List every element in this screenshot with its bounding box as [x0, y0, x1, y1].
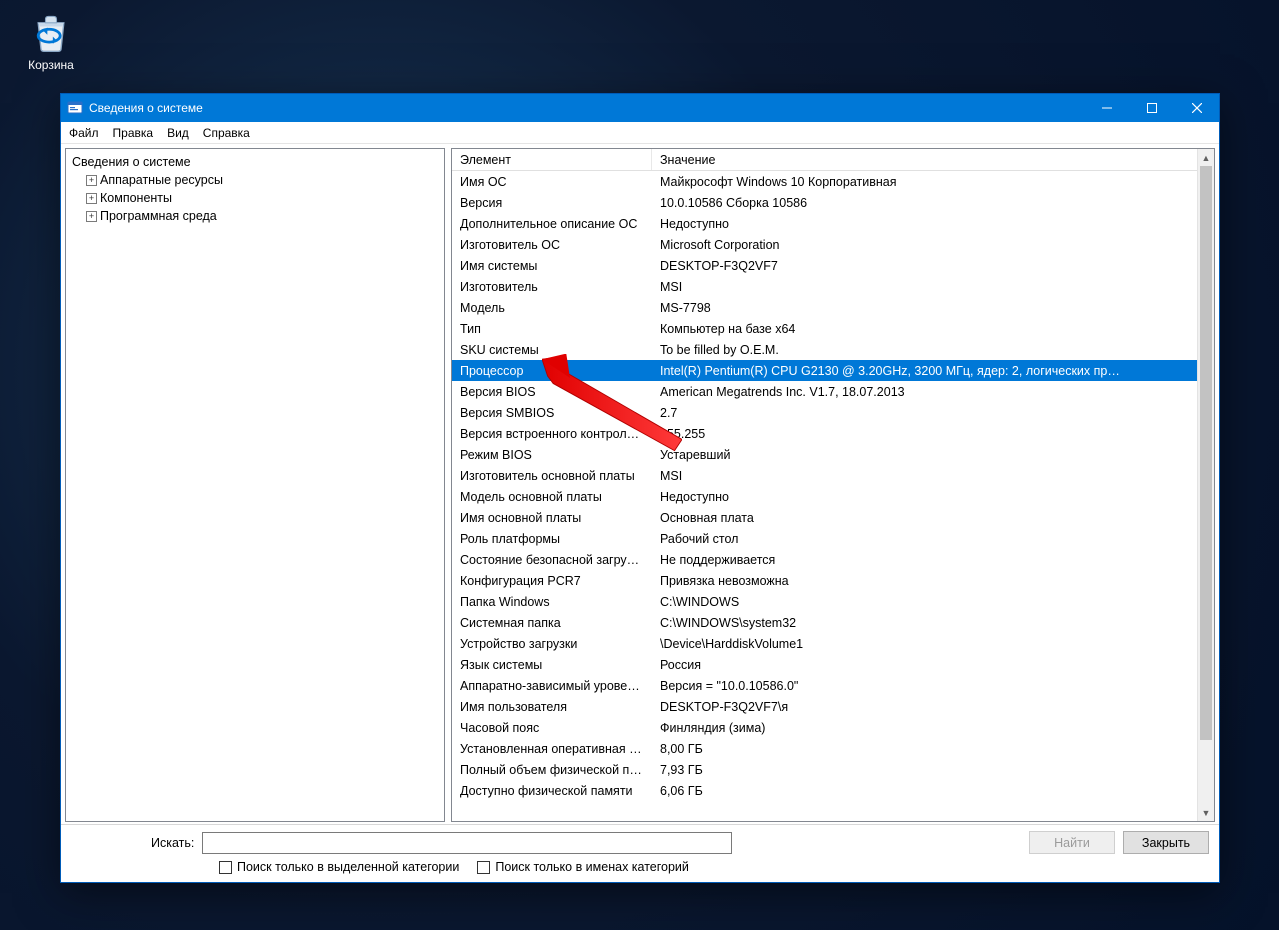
list-row[interactable]: Установленная оперативная п…8,00 ГБ	[452, 738, 1214, 759]
recycle-bin-icon[interactable]: Корзина	[16, 10, 86, 72]
window-title: Сведения о системе	[89, 101, 1084, 115]
menubar: Файл Правка Вид Справка	[61, 122, 1219, 144]
find-button[interactable]: Найти	[1029, 831, 1115, 854]
tree-item[interactable]: +Аппаратные ресурсы	[72, 171, 438, 189]
list-row[interactable]: МодельMS-7798	[452, 297, 1214, 318]
list-header: Элемент Значение	[452, 149, 1214, 171]
checkbox-selected-category[interactable]: Поиск только в выделенной категории	[219, 860, 459, 874]
close-search-button[interactable]: Закрыть	[1123, 831, 1209, 854]
list-row[interactable]: Папка WindowsC:\WINDOWS	[452, 591, 1214, 612]
recycle-bin-label: Корзина	[16, 58, 86, 72]
list-row[interactable]: Версия10.0.10586 Сборка 10586	[452, 192, 1214, 213]
list-row[interactable]: Версия встроенного контрол…255.255	[452, 423, 1214, 444]
maximize-button[interactable]	[1129, 94, 1174, 122]
list-row[interactable]: Конфигурация PCR7Привязка невозможна	[452, 570, 1214, 591]
close-button[interactable]	[1174, 94, 1219, 122]
list-row[interactable]: Изготовитель основной платыMSI	[452, 465, 1214, 486]
list-row[interactable]: Устройство загрузки\Device\HarddiskVolum…	[452, 633, 1214, 654]
column-element[interactable]: Элемент	[452, 149, 652, 170]
system-info-window: Сведения о системе Файл Правка Вид Справ…	[60, 93, 1220, 883]
menu-view[interactable]: Вид	[167, 126, 189, 140]
list-row[interactable]: Изготовитель ОСMicrosoft Corporation	[452, 234, 1214, 255]
tree-root[interactable]: Сведения о системе	[72, 153, 438, 171]
search-label: Искать:	[151, 836, 194, 850]
titlebar[interactable]: Сведения о системе	[61, 94, 1219, 122]
list-row[interactable]: Дополнительное описание ОСНедоступно	[452, 213, 1214, 234]
tree-item[interactable]: +Программная среда	[72, 207, 438, 225]
list-row[interactable]: ИзготовительMSI	[452, 276, 1214, 297]
list-row[interactable]: Модель основной платыНедоступно	[452, 486, 1214, 507]
list-row[interactable]: Имя ОСМайкрософт Windows 10 Корпоративна…	[452, 171, 1214, 192]
column-value[interactable]: Значение	[652, 149, 1214, 170]
menu-edit[interactable]: Правка	[113, 126, 154, 140]
tree-item[interactable]: +Компоненты	[72, 189, 438, 207]
list-row[interactable]: Версия SMBIOS2.7	[452, 402, 1214, 423]
list-row[interactable]: Часовой поясФинляндия (зима)	[452, 717, 1214, 738]
checkbox-icon	[477, 861, 490, 874]
scroll-thumb[interactable]	[1200, 166, 1212, 740]
menu-help[interactable]: Справка	[203, 126, 250, 140]
details-list[interactable]: Элемент Значение Имя ОСМайкрософт Window…	[451, 148, 1215, 822]
list-row[interactable]: SKU системыTo be filled by O.E.M.	[452, 339, 1214, 360]
list-row[interactable]: Системная папкаC:\WINDOWS\system32	[452, 612, 1214, 633]
expander-icon[interactable]: +	[86, 193, 97, 204]
vertical-scrollbar[interactable]: ▲ ▼	[1197, 149, 1214, 821]
list-row[interactable]: Имя системыDESKTOP-F3Q2VF7	[452, 255, 1214, 276]
list-row[interactable]: Доступно физической памяти6,06 ГБ	[452, 780, 1214, 801]
search-bar: Искать: Найти Закрыть Поиск только в выд…	[61, 824, 1219, 882]
list-row[interactable]: Язык системыРоссия	[452, 654, 1214, 675]
list-row[interactable]: Роль платформыРабочий стол	[452, 528, 1214, 549]
list-row[interactable]: Режим BIOSУстаревший	[452, 444, 1214, 465]
search-input[interactable]	[202, 832, 732, 854]
expander-icon[interactable]: +	[86, 175, 97, 186]
scroll-up-icon[interactable]: ▲	[1198, 149, 1214, 166]
list-row[interactable]: Состояние безопасной загруз…Не поддержив…	[452, 549, 1214, 570]
app-icon	[67, 100, 83, 116]
list-row[interactable]: Имя пользователяDESKTOP-F3Q2VF7\я	[452, 696, 1214, 717]
list-row[interactable]: ТипКомпьютер на базе x64	[452, 318, 1214, 339]
minimize-button[interactable]	[1084, 94, 1129, 122]
expander-icon[interactable]: +	[86, 211, 97, 222]
list-row[interactable]: ПроцессорIntel(R) Pentium(R) CPU G2130 @…	[452, 360, 1214, 381]
scroll-down-icon[interactable]: ▼	[1198, 804, 1214, 821]
menu-file[interactable]: Файл	[69, 126, 99, 140]
checkbox-icon	[219, 861, 232, 874]
checkbox-names-only[interactable]: Поиск только в именах категорий	[477, 860, 689, 874]
list-row[interactable]: Полный объем физической па…7,93 ГБ	[452, 759, 1214, 780]
list-row[interactable]: Версия BIOSAmerican Megatrends Inc. V1.7…	[452, 381, 1214, 402]
list-row[interactable]: Аппаратно-зависимый уровен…Версия = "10.…	[452, 675, 1214, 696]
list-row[interactable]: Имя основной платыОсновная плата	[452, 507, 1214, 528]
category-tree[interactable]: Сведения о системе +Аппаратные ресурсы+К…	[65, 148, 445, 822]
trash-icon	[29, 10, 73, 54]
